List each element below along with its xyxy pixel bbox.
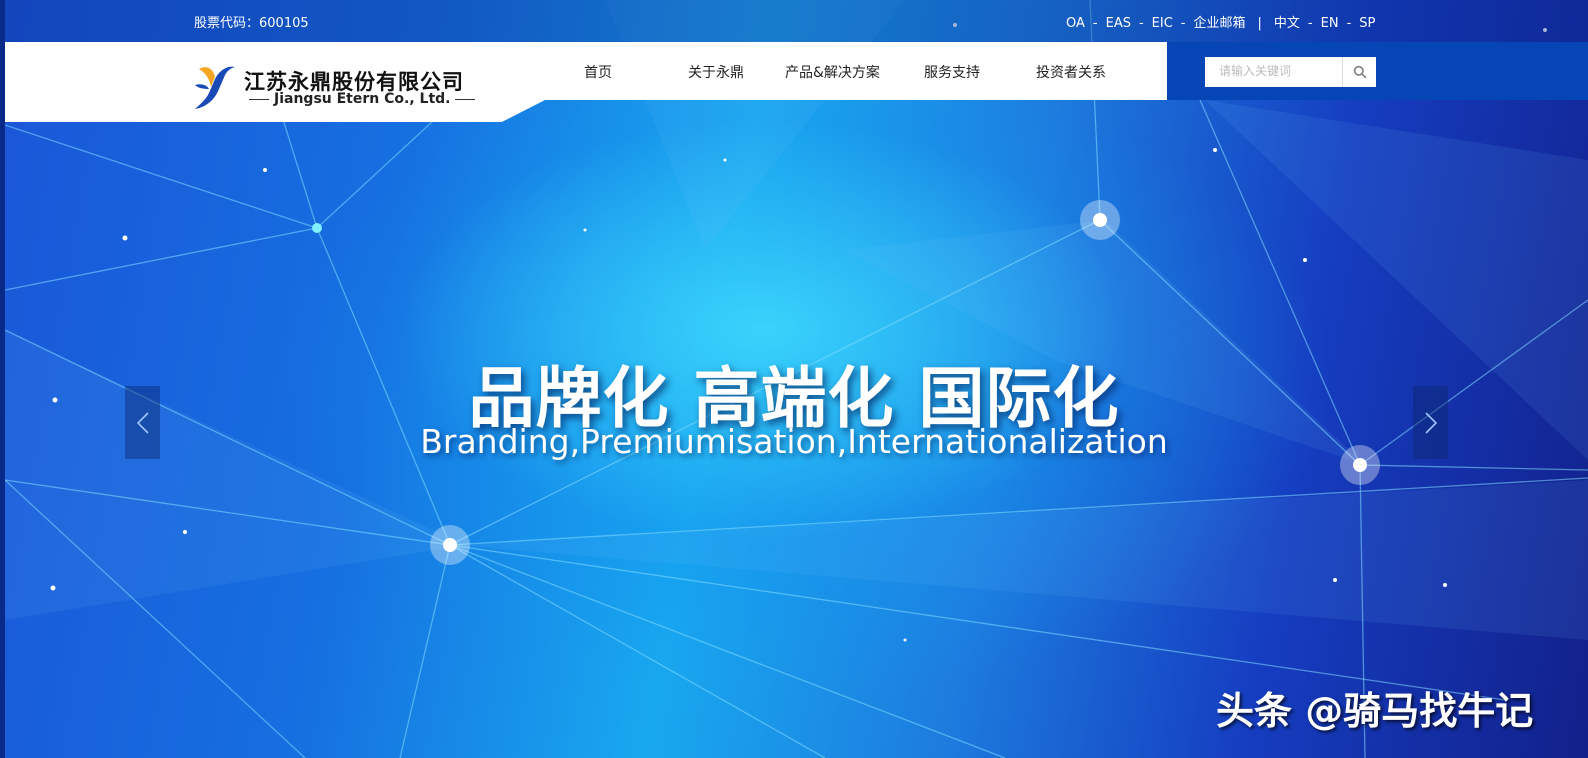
separator: -	[1180, 16, 1186, 31]
carousel-prev-button[interactable]	[125, 386, 160, 459]
lang-chinese-link[interactable]: 中文	[1274, 12, 1300, 31]
oa-link[interactable]: OA	[1066, 16, 1085, 31]
lang-spanish-link[interactable]: SP	[1359, 16, 1375, 31]
top-links: OA - EAS - EIC - 企业邮箱 | 中文 - EN - SP	[1066, 12, 1375, 31]
divider-line	[249, 98, 269, 100]
enterprise-mail-link[interactable]: 企业邮箱	[1194, 12, 1246, 31]
watermark-text: 头条 @骑马找牛记	[1216, 689, 1534, 733]
divider-line	[455, 98, 476, 100]
company-name-en-row: Jiangsu Etern Co., Ltd.	[244, 91, 480, 107]
nav-item-investor[interactable]: 投资者关系	[1036, 62, 1106, 82]
chevron-right-icon	[1424, 411, 1437, 434]
eas-link[interactable]: EAS	[1106, 16, 1131, 31]
nav-item-home[interactable]: 首页	[584, 62, 612, 82]
company-name-en: Jiangsu Etern Co., Ltd.	[274, 91, 451, 107]
company-logo-icon[interactable]	[193, 63, 237, 111]
carousel-next-button[interactable]	[1413, 386, 1448, 459]
search-icon	[1353, 65, 1366, 79]
banner-subheadline: Branding,Premiumisation,Internationaliza…	[420, 422, 1168, 461]
separator: -	[1307, 16, 1313, 31]
nav-item-about[interactable]: 关于永鼎	[688, 62, 744, 82]
search-input[interactable]	[1205, 57, 1344, 85]
separator: -	[1346, 16, 1352, 31]
stock-code: 股票代码：600105	[194, 16, 309, 31]
nav-item-service[interactable]: 服务支持	[924, 62, 980, 82]
search-button[interactable]	[1342, 57, 1376, 87]
divider: |	[1257, 16, 1262, 31]
nav-item-products[interactable]: 产品&解决方案	[785, 62, 880, 82]
search-box	[1205, 57, 1376, 87]
lang-english-link[interactable]: EN	[1321, 16, 1339, 31]
separator: -	[1138, 16, 1144, 31]
chevron-left-icon	[136, 411, 149, 434]
eic-link[interactable]: EIC	[1152, 16, 1173, 31]
separator: -	[1092, 16, 1098, 31]
